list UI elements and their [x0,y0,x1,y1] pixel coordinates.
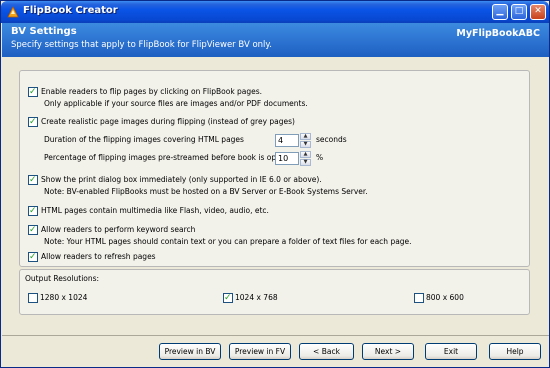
print-dialog-label: Show the print dialog box immediately (o… [41,175,322,184]
checkmark-icon: ✓ [224,293,232,303]
spin-up-icon[interactable]: ▲ [300,133,311,140]
refresh-pages-checkbox[interactable]: ✓ [28,252,38,262]
prestream-input[interactable]: 10 [275,152,299,165]
maximize-button[interactable]: □ [511,4,527,20]
print-dialog-checkbox[interactable]: ✓ [28,175,38,185]
brand-label: MyFlipBookABC [456,28,540,39]
duration-unit: seconds [316,135,347,144]
resolution-1280-checkbox[interactable] [28,293,38,303]
keyword-search-checkbox[interactable]: ✓ [28,225,38,235]
spin-up-icon[interactable]: ▲ [300,151,311,158]
help-button[interactable]: Help [489,343,541,360]
checkmark-icon: ✓ [29,117,37,127]
keyword-search-note: Note: Your HTML pages should contain tex… [44,237,412,246]
spin-down-icon[interactable]: ▼ [300,141,311,148]
preview-bv-button[interactable]: Preview in BV [159,343,221,360]
prestream-unit: % [316,153,324,162]
exit-button[interactable]: Exit [425,343,477,360]
window-title: FlipBook Creator [23,5,118,16]
checkmark-icon: ✓ [29,175,37,185]
back-button[interactable]: < Back [299,343,354,360]
page-subtitle: Specify settings that apply to FlipBook … [11,40,272,50]
flip-click-checkbox[interactable]: ✓ [28,87,38,97]
realistic-images-label: Create realistic page images during flip… [41,117,295,126]
resolution-1024-checkbox[interactable]: ✓ [223,293,233,303]
flipbook-app-icon [7,6,19,18]
keyword-search-label: Allow readers to perform keyword search [41,225,196,234]
checkmark-icon: ✓ [29,225,37,235]
multimedia-checkbox[interactable]: ✓ [28,206,38,216]
footer-separator [2,335,549,336]
resolution-800-label: 800 x 600 [426,293,464,302]
flip-click-note: Only applicable if your source files are… [44,99,308,108]
close-icon: ✕ [534,6,542,16]
prestream-spinner[interactable]: ▲ ▼ [300,151,311,166]
multimedia-label: HTML pages contain multimedia like Flash… [41,206,269,215]
minimize-button[interactable]: ▁ [492,4,508,20]
checkmark-icon: ✓ [29,206,37,216]
close-button[interactable]: ✕ [530,4,546,20]
output-resolutions-title: Output Resolutions: [25,274,100,283]
realistic-images-checkbox[interactable]: ✓ [28,117,38,127]
print-dialog-note: Note: BV-enabled FlipBooks must be hoste… [44,187,368,196]
minimize-icon: ▁ [496,6,504,16]
resolution-1024-label: 1024 x 768 [235,293,278,302]
header-banner: BV Settings Specify settings that apply … [2,23,549,57]
resolution-800-checkbox[interactable] [414,293,424,303]
duration-label: Duration of the flipping images covering… [44,135,244,144]
title-bar[interactable]: FlipBook Creator ▁ □ ✕ [1,1,549,23]
duration-input[interactable]: 4 [275,134,299,147]
output-resolutions-group: Output Resolutions: [19,269,530,315]
refresh-pages-label: Allow readers to refresh pages [41,252,156,261]
preview-fv-button[interactable]: Preview in FV [229,343,291,360]
spin-down-icon[interactable]: ▼ [300,159,311,166]
next-button[interactable]: Next > [362,343,414,360]
resolution-1280-label: 1280 x 1024 [40,293,88,302]
page-title: BV Settings [11,26,77,37]
duration-spinner[interactable]: ▲ ▼ [300,133,311,148]
maximize-icon: □ [514,6,524,16]
flip-click-label: Enable readers to flip pages by clicking… [41,87,263,96]
flipbook-creator-window: FlipBook Creator ▁ □ ✕ BV Settings Speci… [0,0,550,368]
checkmark-icon: ✓ [29,252,37,262]
checkmark-icon: ✓ [29,87,37,97]
prestream-label: Percentage of flipping images pre-stream… [44,153,295,162]
